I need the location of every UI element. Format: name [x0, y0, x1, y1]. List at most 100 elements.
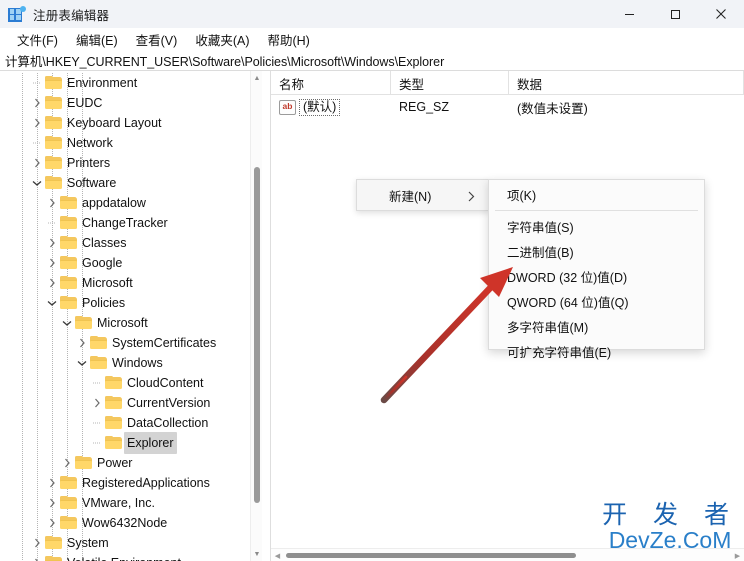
folder-icon — [45, 156, 62, 170]
tree-item-appdatalow[interactable]: appdatalow — [0, 193, 262, 213]
tree-item-windows[interactable]: Windows — [0, 353, 262, 373]
window-controls — [606, 0, 744, 28]
tree-item-environment[interactable]: Environment — [0, 73, 262, 93]
chevron-right-icon[interactable] — [29, 155, 45, 171]
table-row[interactable]: ab (默认) REG_SZ (数值未设置) — [271, 96, 744, 118]
folder-icon — [45, 116, 62, 130]
folder-icon — [45, 136, 62, 150]
tree-item-datacollection[interactable]: DataCollection — [0, 413, 262, 433]
folder-icon — [60, 276, 77, 290]
menu-file[interactable]: 文件(F) — [8, 28, 67, 51]
tree-item-software[interactable]: Software — [0, 173, 262, 193]
column-header-data[interactable]: 数据 — [509, 71, 744, 95]
tree-item-currentversion[interactable]: CurrentVersion — [0, 393, 262, 413]
address-bar[interactable]: 计算机\HKEY_CURRENT_USER\Software\Policies\… — [0, 50, 744, 71]
chevron-right-icon[interactable] — [29, 95, 45, 111]
values-scroll-thumb[interactable] — [286, 553, 576, 558]
tree-item-label: Explorer — [124, 432, 177, 454]
tree-item-keyboard-layout[interactable]: Keyboard Layout — [0, 113, 262, 133]
context-menu-item-1[interactable]: 字符串值(S) — [489, 214, 704, 239]
tree-item-label: CloudContent — [127, 376, 204, 390]
tree-item-printers[interactable]: Printers — [0, 153, 262, 173]
chevron-right-icon[interactable] — [44, 515, 60, 531]
context-menu-item-3[interactable]: DWORD (32 位)值(D) — [489, 264, 704, 289]
tree-item-policies[interactable]: Policies — [0, 293, 262, 313]
tree-item-network[interactable]: Network — [0, 133, 262, 153]
tree-item-microsoft[interactable]: Microsoft — [0, 313, 262, 333]
minimize-button[interactable] — [606, 0, 652, 28]
close-button[interactable] — [698, 0, 744, 28]
cell-name[interactable]: ab (默认) — [271, 96, 391, 118]
menu-favorites[interactable]: 收藏夹(A) — [186, 28, 258, 51]
tree-item-systemcertificates[interactable]: SystemCertificates — [0, 333, 262, 353]
tree-item-microsoft[interactable]: Microsoft — [0, 273, 262, 293]
column-header-name[interactable]: 名称 — [271, 71, 391, 95]
chevron-right-icon[interactable] — [59, 455, 75, 471]
tree-item-label: ChangeTracker — [82, 216, 168, 230]
tree-item-registeredapplications[interactable]: RegisteredApplications — [0, 473, 262, 493]
tree-item-changetracker[interactable]: ChangeTracker — [0, 213, 262, 233]
chevron-right-icon[interactable] — [74, 335, 90, 351]
context-menu-item-5[interactable]: 多字符串值(M) — [489, 314, 704, 339]
value-name-label: (默认) — [299, 98, 341, 116]
tree-item-label: Software — [67, 176, 117, 190]
tree-leaf-connector — [89, 435, 105, 451]
chevron-right-icon[interactable] — [44, 475, 60, 491]
context-menu-new[interactable]: 新建(N) — [356, 179, 490, 211]
scroll-up-arrow[interactable]: ▲ — [251, 71, 262, 85]
tree-item-wow6432node[interactable]: Wow6432Node — [0, 513, 262, 533]
folder-icon — [45, 76, 62, 90]
tree-item-label: Network — [67, 136, 113, 150]
tree-leaf-connector — [44, 215, 60, 231]
chevron-down-icon[interactable] — [59, 315, 75, 331]
chevron-right-icon[interactable] — [44, 195, 60, 211]
maximize-button[interactable] — [652, 0, 698, 28]
context-menu-item-0[interactable]: 项(K) — [489, 182, 704, 207]
scroll-right-arrow[interactable]: ▶ — [731, 549, 744, 561]
chevron-right-icon[interactable] — [29, 115, 45, 131]
tree-item-explorer[interactable]: Explorer — [0, 432, 262, 454]
tree-item-system[interactable]: System — [0, 533, 262, 553]
context-menu-item-6[interactable]: 可扩充字符串值(E) — [489, 339, 704, 364]
column-header-type[interactable]: 类型 — [391, 71, 509, 95]
chevron-right-icon[interactable] — [44, 255, 60, 271]
menu-view[interactable]: 查看(V) — [127, 28, 187, 51]
tree-item-google[interactable]: Google — [0, 253, 262, 273]
chevron-right-icon[interactable] — [89, 395, 105, 411]
folder-icon — [45, 536, 62, 550]
values-horizontal-scrollbar[interactable]: ◀ ▶ — [271, 548, 744, 561]
tree-item-cloudcontent[interactable]: CloudContent — [0, 373, 262, 393]
chevron-down-icon[interactable] — [74, 355, 90, 371]
chevron-down-icon[interactable] — [44, 295, 60, 311]
tree-item-vmware-inc[interactable]: VMware, Inc. — [0, 493, 262, 513]
tree-item-eudc[interactable]: EUDC — [0, 93, 262, 113]
chevron-right-icon[interactable] — [44, 495, 60, 511]
registry-tree-pane[interactable]: Environment EUDC Keyboard Layout Network Pri… — [0, 71, 262, 561]
context-menu-item-2[interactable]: 二进制值(B) — [489, 239, 704, 264]
context-menu-separator — [495, 210, 698, 211]
menu-help[interactable]: 帮助(H) — [258, 28, 318, 51]
context-submenu-new[interactable]: 项(K) 字符串值(S) 二进制值(B) DWORD (32 位)值(D) QWORD … — [488, 179, 705, 360]
tree-item-label: Wow6432Node — [82, 516, 168, 530]
context-menu-new-label: 新建(N) — [389, 189, 432, 204]
folder-icon — [75, 316, 92, 330]
tree-item-power[interactable]: Power — [0, 453, 262, 473]
chevron-right-icon[interactable] — [29, 555, 45, 561]
chevron-right-icon[interactable] — [44, 235, 60, 251]
tree-item-label: Printers — [67, 156, 111, 170]
tree-scroll-thumb[interactable] — [254, 167, 260, 503]
tree-item-classes[interactable]: Classes — [0, 233, 262, 253]
chevron-down-icon[interactable] — [29, 175, 45, 191]
scroll-down-arrow[interactable]: ▼ — [251, 547, 262, 561]
chevron-right-icon[interactable] — [44, 275, 60, 291]
title-bar: 注册表编辑器 — [0, 0, 744, 28]
menu-edit[interactable]: 编辑(E) — [67, 28, 127, 51]
tree-vertical-scrollbar[interactable]: ▲ ▼ — [250, 71, 262, 561]
folder-icon — [75, 456, 92, 470]
tree-item-label: VMware, Inc. — [82, 496, 155, 510]
context-menu-item-4[interactable]: QWORD (64 位)值(Q) — [489, 289, 704, 314]
tree-item-label: Microsoft — [97, 316, 148, 330]
scroll-left-arrow[interactable]: ◀ — [271, 549, 284, 561]
tree-item-volatile-environment[interactable]: Volatile Environment — [0, 553, 262, 561]
chevron-right-icon[interactable] — [29, 535, 45, 551]
